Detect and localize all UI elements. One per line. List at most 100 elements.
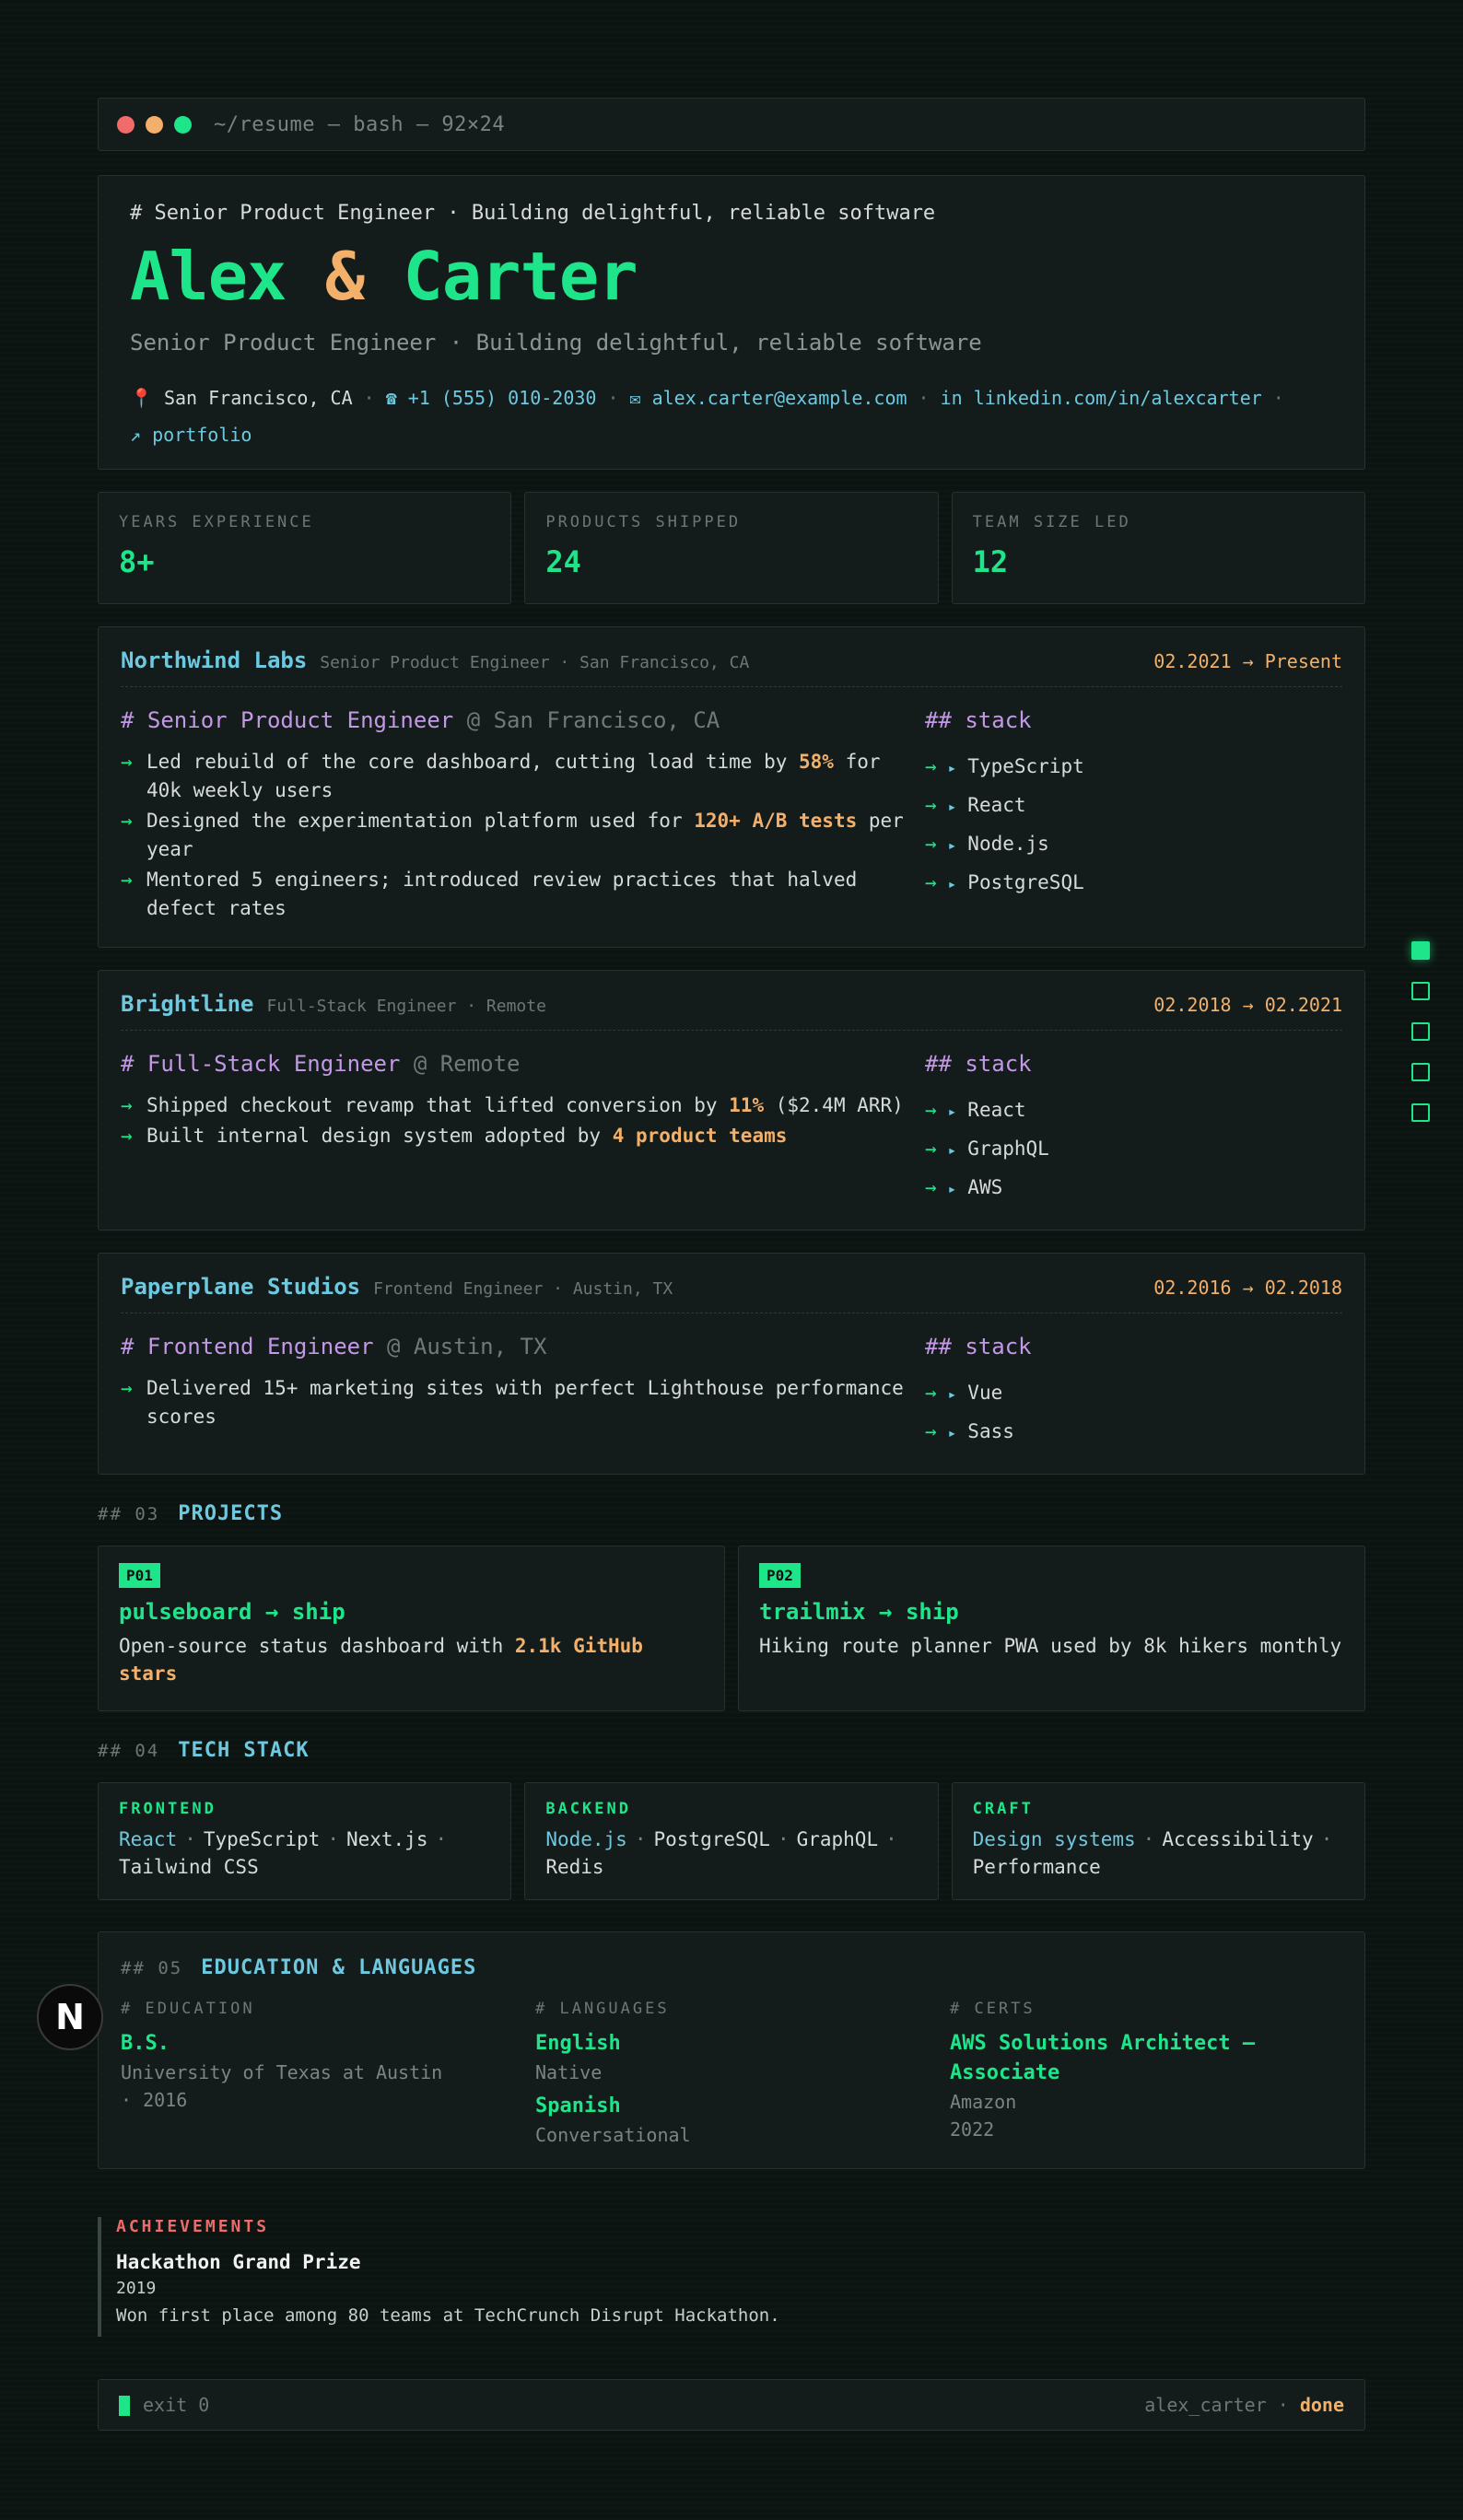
tech-title: BACKEND xyxy=(545,1800,631,1818)
stat-value: 8+ xyxy=(119,544,155,579)
job-role: # Frontend Engineer @ Austin, TX xyxy=(121,1334,547,1359)
stats-row: YEARS EXPERIENCE 8+ PRODUCTS SHIPPED 24 … xyxy=(98,492,1365,604)
job-meta: Frontend Engineer · Austin, TX xyxy=(373,1279,673,1299)
cert-year: 2022 xyxy=(950,2118,995,2141)
maximize-dot-icon[interactable] xyxy=(174,115,192,134)
list-item: → Designed the experimentation platform u… xyxy=(121,810,904,860)
location-text: 📍 San Francisco, CA xyxy=(130,387,353,409)
languages-column: # LANGUAGES English Native Spanish Conve… xyxy=(535,2000,928,2149)
nav-dot-icon[interactable] xyxy=(1411,1103,1430,1122)
job-dates: 02.2021 → Present xyxy=(1153,650,1342,672)
portfolio-link[interactable]: ↗ portfolio xyxy=(130,424,252,446)
job-meta: Full-Stack Engineer · Remote xyxy=(266,997,546,1016)
tech-grid: FRONTEND React · TypeScript · Next.js · Tailwi… xyxy=(98,1782,1365,1900)
list-item: → Led rebuild of the core dashboard, cutt… xyxy=(121,751,881,801)
stack-item: → ▸ React xyxy=(925,794,1026,816)
company-name: Brightline xyxy=(121,991,254,1017)
job-role: # Full-Stack Engineer @ Remote xyxy=(121,1051,521,1077)
list-item: → Mentored 5 engineers; introduced review… xyxy=(121,869,858,919)
header-comment: # Senior Product Engineer · Building del… xyxy=(130,202,936,225)
company-name: Northwind Labs xyxy=(121,648,308,673)
stat-value: 12 xyxy=(972,544,1009,579)
education-column: # EDUCATION B.S. University of Texas at … xyxy=(121,2000,513,2149)
name-heading: Alex & Carter xyxy=(130,243,1333,309)
job-header: Brightline Full-Stack Engineer · Remote 0… xyxy=(121,991,1342,1031)
company-name: Paperplane Studios xyxy=(121,1274,361,1300)
list-item: → Built internal design system adopted by… xyxy=(121,1125,788,1147)
job-bullets: → Led rebuild of the core dashboard, cutt… xyxy=(121,748,925,923)
achievements-block: ACHIEVEMENTS Hackathon Grand Prize 2019 … xyxy=(98,2217,1365,2337)
nav-dot-icon[interactable] xyxy=(1411,982,1430,1000)
terminal-footer: exit 0 alex_carter · done xyxy=(98,2379,1365,2431)
stack-item: → ▸ AWS xyxy=(925,1176,1003,1198)
school: University of Texas at Austin · 2016 xyxy=(121,2061,443,2111)
stack-list: → ▸ Vue → ▸ Sass xyxy=(925,1374,1342,1452)
first-name: Alex xyxy=(130,238,287,315)
stack-heading: ## stack xyxy=(925,707,1032,733)
section-nav xyxy=(1411,941,1430,1122)
footer-state: done xyxy=(1299,2394,1344,2416)
stat-label: PRODUCTS SHIPPED xyxy=(545,513,742,531)
stat-card: PRODUCTS SHIPPED 24 xyxy=(524,492,939,604)
tech-list: React · TypeScript · Next.js · Tailwind CSS xyxy=(119,1828,448,1878)
email-link[interactable]: ✉ alex.carter@example.com xyxy=(630,387,907,409)
stat-card: TEAM SIZE LED 12 xyxy=(951,492,1365,604)
window-title: ~/resume — bash — 92×24 xyxy=(214,112,506,136)
stack-item: → ▸ TypeScript xyxy=(925,755,1084,777)
minimize-dot-icon[interactable] xyxy=(146,115,163,134)
language-level: Conversational xyxy=(535,2124,691,2146)
language-name: Spanish xyxy=(535,2094,621,2118)
project-desc: Open-source status dashboard with 2.1k G… xyxy=(119,1635,643,1685)
nav-dot-icon[interactable] xyxy=(1411,1063,1430,1081)
tech-list: Design systems · Accessibility · Performance xyxy=(972,1828,1333,1878)
project-card[interactable]: P01 pulseboard → ship Open-source status… xyxy=(98,1546,725,1711)
tech-card: FRONTEND React · TypeScript · Next.js · Tailwi… xyxy=(98,1782,512,1900)
stack-heading: ## stack xyxy=(925,1334,1032,1359)
header-subtitle: Senior Product Engineer · Building delig… xyxy=(130,330,982,356)
resume-page: ~/resume — bash — 92×24 # Senior Product… xyxy=(98,98,1365,2431)
project-name: pulseboard → ship xyxy=(119,1599,345,1625)
project-desc: Hiking route planner PWA used by 8k hike… xyxy=(759,1635,1342,1657)
job-dates: 02.2016 → 02.2018 xyxy=(1153,1277,1342,1299)
cursor-icon xyxy=(119,2396,130,2417)
project-tag: P01 xyxy=(119,1563,160,1588)
contact-list: 📍 San Francisco, CA · ☎ +1 (555) 010-2030 ·… xyxy=(130,387,1284,446)
cert-issuer: Amazon xyxy=(950,2091,1017,2113)
terminal-titlebar: ~/resume — bash — 92×24 xyxy=(98,98,1365,151)
projects-section-heading: ## 03 PROJECTS xyxy=(98,1502,284,1525)
linkedin-link[interactable]: in linkedin.com/in/alexcarter xyxy=(941,387,1262,409)
stack-item: → ▸ React xyxy=(925,1099,1026,1121)
tech-card: BACKEND Node.js · PostgreSQL · GraphQL · Redis xyxy=(524,1782,939,1900)
job-card: Northwind Labs Senior Product Engineer · … xyxy=(98,626,1365,948)
list-item: → Delivered 15+ marketing sites with perf… xyxy=(121,1377,904,1428)
nav-dot-icon[interactable] xyxy=(1411,1022,1430,1041)
job-header: Northwind Labs Senior Product Engineer · … xyxy=(121,648,1342,687)
nav-dot-icon[interactable] xyxy=(1411,941,1430,960)
job-role: # Senior Product Engineer @ San Francisc… xyxy=(121,707,720,733)
achievement-desc: Won first place among 80 teams at TechCr… xyxy=(116,2305,780,2326)
achievements-heading: ACHIEVEMENTS xyxy=(116,2217,270,2236)
job-meta: Senior Product Engineer · San Francisco,… xyxy=(320,653,750,672)
tech-section-heading: ## 04 TECH STACK xyxy=(98,1739,310,1762)
close-dot-icon[interactable] xyxy=(117,115,135,134)
stack-heading: ## stack xyxy=(925,1051,1032,1077)
stat-value: 24 xyxy=(545,544,581,579)
list-item: → Shipped checkout revamp that lifted con… xyxy=(121,1094,904,1116)
education-panel: ## 05 EDUCATION & LANGUAGES # EDUCATION … xyxy=(98,1931,1365,2169)
phone-link[interactable]: ☎ +1 (555) 010-2030 xyxy=(386,387,597,409)
tech-card: CRAFT Design systems · Accessibility · Perfo… xyxy=(951,1782,1365,1900)
tech-title: CRAFT xyxy=(972,1800,1034,1818)
job-bullets: → Shipped checkout revamp that lifted con… xyxy=(121,1091,925,1150)
project-card[interactable]: P02 trailmix → ship Hiking route planner… xyxy=(738,1546,1365,1711)
footer-user: alex_carter · xyxy=(1144,2394,1300,2416)
tech-list: Node.js · PostgreSQL · GraphQL · Redis xyxy=(545,1828,897,1878)
stat-label: TEAM SIZE LED xyxy=(972,513,1131,531)
cert-name: AWS Solutions Architect – Associate xyxy=(950,2032,1256,2084)
stack-item: → ▸ Node.js xyxy=(925,833,1049,855)
language-name: English xyxy=(535,2032,621,2055)
job-header: Paperplane Studios Frontend Engineer · Au… xyxy=(121,1274,1342,1313)
tech-title: FRONTEND xyxy=(119,1800,217,1818)
language-level: Native xyxy=(535,2061,603,2083)
n-logo-icon[interactable]: N xyxy=(37,1984,103,2050)
stack-item: → ▸ GraphQL xyxy=(925,1138,1049,1160)
